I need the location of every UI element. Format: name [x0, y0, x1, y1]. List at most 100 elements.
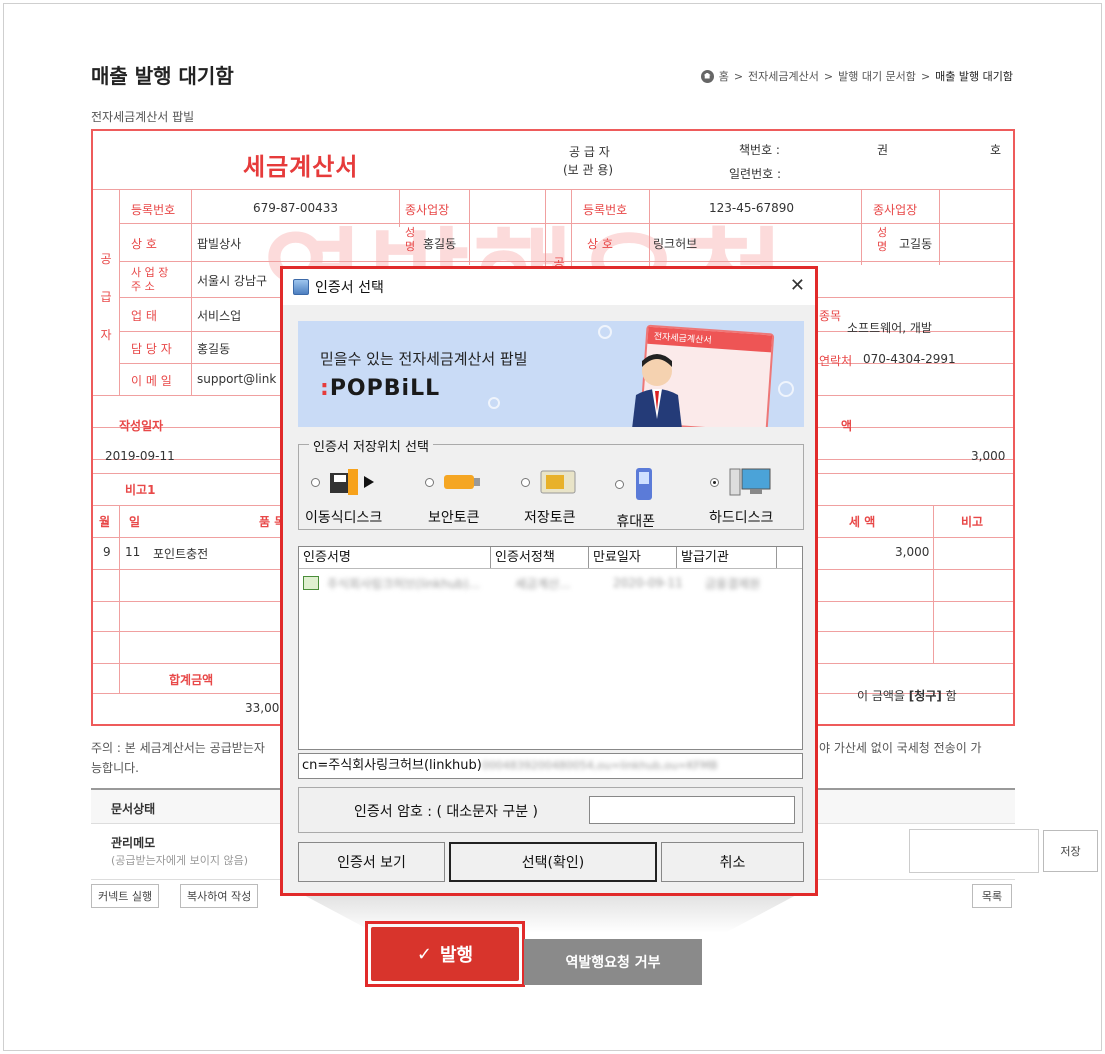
close-icon[interactable]: ✕	[790, 275, 805, 296]
copy-write-button[interactable]: 복사하여 작성	[180, 884, 259, 908]
breadcrumb-pending[interactable]: 발행 대기 문서함	[838, 68, 916, 84]
tax-total: 3,000	[971, 449, 1006, 463]
supplier-email: support@link	[197, 372, 277, 386]
write-date: 2019-09-11	[105, 449, 175, 463]
issue-label: 발행	[439, 945, 474, 966]
breadcrumb-sep: >	[920, 69, 931, 83]
supplier-ceo-label-1: 성	[405, 226, 416, 239]
supplier-address-label-2: 주 소	[131, 280, 155, 293]
save-token-icon	[540, 470, 576, 494]
certificate-app-icon	[293, 279, 309, 295]
supplier-branch-label: 종사업장	[405, 203, 450, 217]
breadcrumb-sep: >	[823, 69, 834, 83]
security-token-icon	[444, 475, 481, 489]
supplier-header: 공 급 자	[569, 145, 610, 159]
col-day: 일	[129, 515, 141, 529]
item-month: 9	[103, 545, 111, 559]
certificate-list[interactable]: 인증서명 인증서정책 만료일자 발급기관 주식회사링크허브(linkhub)..…	[298, 546, 803, 750]
buyer-reg-no: 123-45-67890	[709, 201, 795, 215]
breadcrumb-current: 매출 발행 대기함	[935, 70, 1013, 83]
doc-state-label: 문서상태	[111, 802, 156, 816]
col-cert-name[interactable]: 인증서명	[299, 547, 491, 568]
radio-harddisk[interactable]	[710, 477, 720, 487]
col-month: 월	[99, 515, 111, 529]
notice-left: 주의 : 본 세금계산서는 공급받는자	[91, 741, 265, 755]
dialog-titlebar[interactable]: 인증서 선택 ✕	[283, 269, 815, 305]
serial-no-label: 일련번호 :	[729, 167, 782, 181]
connect-button[interactable]: 커넥트 실행	[91, 884, 160, 908]
page-subtitle: 전자세금계산서 팝빌	[91, 110, 195, 124]
col-issuer[interactable]: 발급기관	[677, 547, 777, 568]
breadcrumb-home[interactable]: 홈	[719, 68, 729, 84]
certificate-icon	[303, 576, 319, 590]
hard-disk-icon	[729, 468, 771, 496]
tax-label: 액	[841, 419, 853, 433]
book-unit-1: 권	[877, 143, 889, 157]
storage-option-security-token[interactable]: 보안토큰	[425, 467, 482, 527]
password-group: 인증서 암호 : ( 대소문자 구분 )	[298, 787, 803, 833]
certificate-dialog: 인증서 선택 ✕ 믿을수 있는 전자세금계산서 팝빌 :POPBiLL 전자세금…	[280, 266, 818, 896]
popbill-logo: :POPBiLL	[320, 376, 441, 401]
buyer-reg-label: 등록번호	[583, 203, 628, 217]
storage-location-group: 인증서 저장위치 선택 이동식디스크 보안토큰 저장토큰 휴대폰 하드디스크	[298, 436, 804, 531]
reject-reverse-issue-button[interactable]: 역발행요청 거부	[524, 939, 702, 985]
businessman-illustration	[632, 354, 682, 427]
supplier-side-2: 급	[100, 290, 112, 304]
certificate-password-input[interactable]	[589, 796, 795, 824]
cancel-button[interactable]: 취소	[661, 842, 804, 882]
write-date-label: 작성일자	[119, 419, 164, 433]
storage-option-harddisk[interactable]: 하드디스크	[709, 467, 773, 527]
certificate-dn-field: cn=주식회사링크허브(linkhub)0004839200480054,ou=…	[298, 753, 803, 779]
breadcrumb-sep: >	[733, 69, 744, 83]
radio-removable[interactable]	[310, 477, 320, 487]
storage-option-phone[interactable]: 휴대폰	[615, 467, 656, 531]
book-unit-2: 호	[990, 143, 1002, 157]
check-icon: ✓	[416, 943, 432, 965]
storage-option-save-token[interactable]: 저장토큰	[521, 467, 578, 527]
total-label: 합계금액	[169, 673, 214, 687]
book-no-label: 책번호 :	[739, 143, 780, 157]
supplier-side-1: 공	[100, 252, 112, 266]
list-button[interactable]: 목록	[972, 884, 1012, 908]
item-tax: 3,000	[895, 545, 930, 559]
memo-label: 관리메모	[111, 836, 156, 850]
radio-save-token[interactable]	[521, 477, 530, 487]
issue-button-highlight: ✓ 발행	[365, 921, 525, 987]
col-expiry[interactable]: 만료일자	[589, 547, 677, 568]
supplier-address: 서울시 강남구	[197, 274, 268, 288]
supplier-manager-label: 담 당 자	[131, 342, 172, 356]
buyer-contact-label: 연락처	[819, 354, 853, 368]
buyer-ceo-label-2: 명	[877, 240, 888, 253]
radio-phone[interactable]	[615, 479, 624, 489]
col-tax: 세 액	[849, 515, 876, 529]
confirm-button[interactable]: 선택(확인)	[449, 842, 657, 882]
radio-security-token[interactable]	[425, 477, 434, 487]
buyer-item-label: 종목	[819, 309, 842, 323]
buyer-contact: 070-4304-2991	[863, 352, 956, 366]
supplier-address-label-1: 사 업 장	[131, 266, 169, 279]
buyer-ceo-label-1: 성	[877, 226, 888, 239]
breadcrumb: 홈 > 전자세금계산서 > 발행 대기 문서함 > 매출 발행 대기함	[700, 68, 1013, 84]
view-certificate-button[interactable]: 인증서 보기	[298, 842, 445, 882]
certificate-list-header: 인증서명 인증서정책 만료일자 발급기관	[299, 547, 802, 569]
save-button[interactable]: 저장	[1043, 830, 1098, 872]
supplier-biztype-label: 업 태	[131, 309, 157, 323]
storage-group-title: 인증서 저장위치 선택	[309, 436, 433, 455]
supplier-side-3: 자	[100, 328, 112, 342]
buyer-name: 링크허브	[653, 237, 698, 251]
buyer-ceo: 고길동	[899, 237, 933, 251]
memo-textarea[interactable]	[909, 829, 1039, 873]
col-cert-policy[interactable]: 인증서정책	[491, 547, 589, 568]
supplier-email-label: 이 메 일	[131, 374, 172, 388]
breadcrumb-etax[interactable]: 전자세금계산서	[748, 68, 819, 84]
supplier-name: 팝빌상사	[197, 237, 242, 251]
issue-button[interactable]: ✓ 발행	[371, 927, 519, 981]
certificate-row[interactable]: 주식회사링크허브(linkhub)... 세금계산... 2020-09-11 …	[303, 573, 785, 593]
supplier-sub: (보 관 용)	[563, 163, 614, 177]
item-day: 11	[125, 545, 141, 559]
storage-option-removable[interactable]: 이동식디스크	[305, 467, 382, 527]
buyer-name-label: 상 호	[587, 237, 613, 251]
removable-disk-icon	[330, 469, 375, 495]
memo-sub: (공급받는자에게 보이지 않음)	[111, 854, 249, 867]
home-icon[interactable]	[700, 69, 714, 83]
